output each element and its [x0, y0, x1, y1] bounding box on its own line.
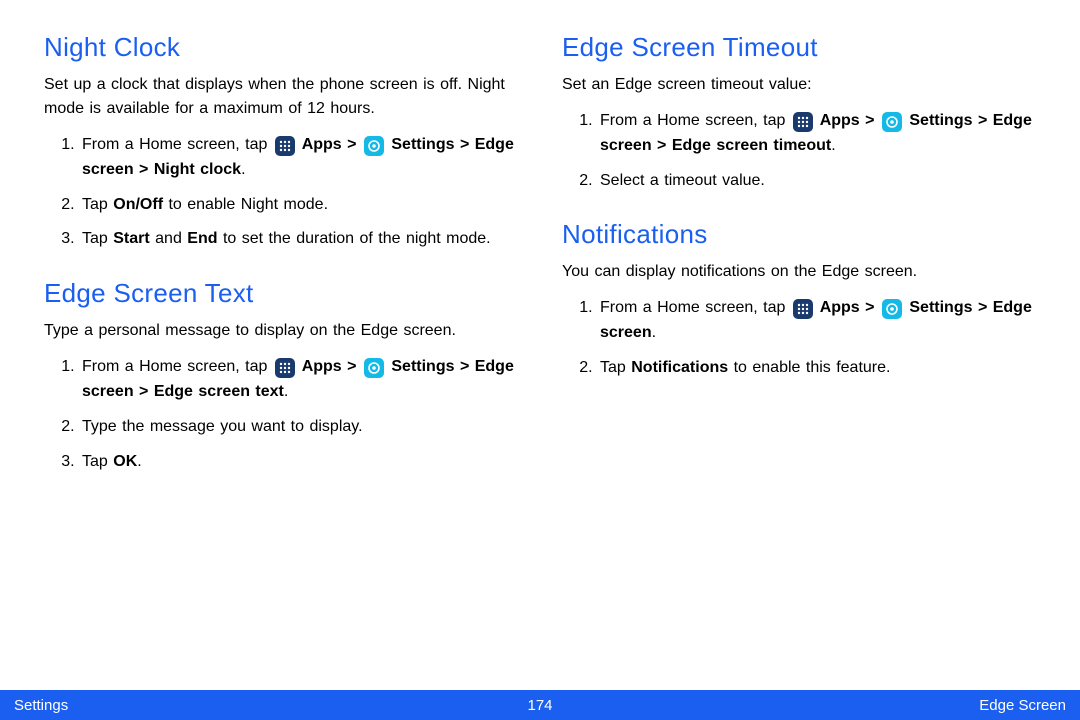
step-text: From a Home screen, tap — [82, 136, 273, 153]
step-tail: . — [831, 137, 835, 154]
two-column-layout: Night Clock Set up a clock that displays… — [44, 32, 1036, 672]
footer-right: Edge Screen — [979, 697, 1066, 714]
step-text: Tap — [82, 196, 113, 213]
step-text: From a Home screen, tap — [600, 299, 791, 316]
step-text: Tap — [600, 359, 631, 376]
step: Select a timeout value. — [598, 169, 1036, 194]
start-label: Start — [113, 230, 149, 247]
step-text: From a Home screen, tap — [600, 112, 791, 129]
step: Tap Start and End to set the duration of… — [80, 227, 518, 252]
page-footer: Settings 174 Edge Screen — [0, 690, 1080, 720]
desc-notifications: You can display notifications on the Edg… — [562, 260, 1036, 284]
step-tail: . — [241, 161, 245, 178]
step-tail: . — [652, 324, 656, 341]
apps-icon — [275, 358, 295, 378]
step-text: to set the duration of the night mode. — [218, 230, 491, 247]
steps-timeout: From a Home screen, tap Apps > Settings … — [562, 109, 1036, 193]
desc-edge-text: Type a personal message to display on th… — [44, 319, 518, 343]
step-text: From a Home screen, tap — [82, 358, 273, 375]
step-text: Tap — [82, 230, 113, 247]
step-text: Tap — [82, 453, 113, 470]
settings-icon — [364, 136, 384, 156]
step: Tap OK. — [80, 450, 518, 475]
step: From a Home screen, tap Apps > Settings … — [80, 355, 518, 405]
desc-timeout: Set an Edge screen timeout value: — [562, 73, 1036, 97]
footer-page-number: 174 — [527, 697, 552, 714]
apps-label: Apps > — [815, 299, 880, 316]
heading-night-clock: Night Clock — [44, 32, 518, 63]
apps-label: Apps > — [297, 136, 362, 153]
ok-label: OK — [113, 453, 137, 470]
heading-notifications: Notifications — [562, 219, 1036, 250]
step-text: . — [137, 453, 141, 470]
on-off-label: On/Off — [113, 196, 163, 213]
step: From a Home screen, tap Apps > Settings … — [598, 296, 1036, 346]
heading-edge-text: Edge Screen Text — [44, 278, 518, 309]
apps-label: Apps > — [297, 358, 362, 375]
steps-notifications: From a Home screen, tap Apps > Settings … — [562, 296, 1036, 380]
step: Tap On/Off to enable Night mode. — [80, 193, 518, 218]
step: From a Home screen, tap Apps > Settings … — [80, 133, 518, 183]
footer-left: Settings — [14, 697, 68, 714]
desc-night-clock: Set up a clock that displays when the ph… — [44, 73, 518, 121]
settings-icon — [882, 112, 902, 132]
settings-icon — [364, 358, 384, 378]
manual-page: Night Clock Set up a clock that displays… — [0, 0, 1080, 720]
step-tail: . — [284, 383, 288, 400]
step: Type the message you want to display. — [80, 415, 518, 440]
end-label: End — [187, 230, 217, 247]
step: From a Home screen, tap Apps > Settings … — [598, 109, 1036, 159]
steps-edge-text: From a Home screen, tap Apps > Settings … — [44, 355, 518, 474]
right-column: Edge Screen Timeout Set an Edge screen t… — [562, 32, 1036, 672]
apps-icon — [793, 112, 813, 132]
apps-icon — [275, 136, 295, 156]
apps-label: Apps > — [815, 112, 880, 129]
settings-icon — [882, 299, 902, 319]
step-text: to enable this feature. — [728, 359, 890, 376]
step-text: to enable Night mode. — [163, 196, 328, 213]
heading-timeout: Edge Screen Timeout — [562, 32, 1036, 63]
step-text: and — [150, 230, 188, 247]
notifications-label: Notifications — [631, 359, 728, 376]
step: Tap Notifications to enable this feature… — [598, 356, 1036, 381]
left-column: Night Clock Set up a clock that displays… — [44, 32, 518, 672]
steps-night-clock: From a Home screen, tap Apps > Settings … — [44, 133, 518, 252]
apps-icon — [793, 299, 813, 319]
